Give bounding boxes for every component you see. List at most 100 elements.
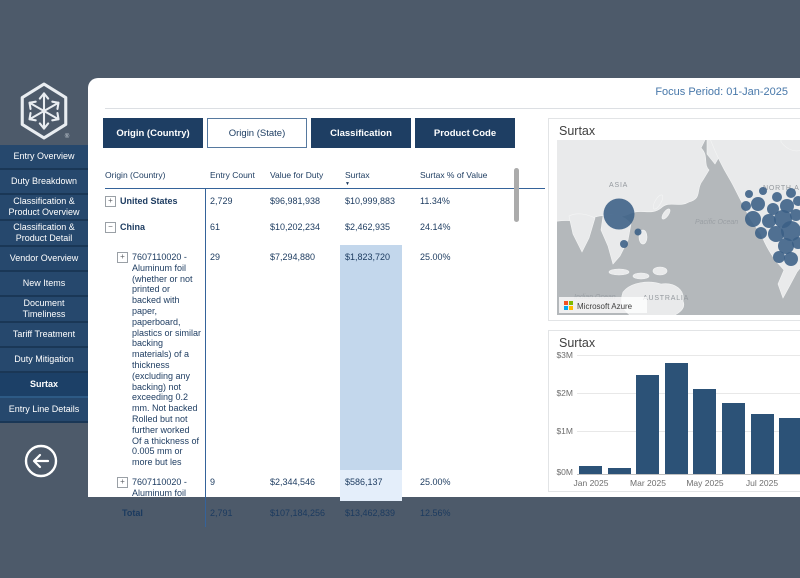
cell-surtax-pct: 11.34% xyxy=(418,189,545,215)
surtax-matrix-table: Origin (Country) Entry Count Value for D… xyxy=(105,165,545,527)
bar-apr-2025[interactable] xyxy=(665,363,688,474)
header-divider xyxy=(105,108,800,109)
map-bubble[interactable] xyxy=(741,201,751,211)
sidebar-item-entry-overview[interactable]: Entry Overview xyxy=(0,145,88,170)
row-label: 7607110020 - Aluminum foil (whether or n… xyxy=(132,252,201,468)
x-tick-jul-2025: Jul 2025 xyxy=(739,478,785,488)
map-bubble[interactable] xyxy=(635,229,642,236)
sidebar-nav: Entry OverviewDuty BreakdownClassificati… xyxy=(0,145,88,423)
tab-product-code[interactable]: Product Code xyxy=(415,118,515,148)
expand-toggle-icon[interactable]: + xyxy=(117,252,128,263)
azure-attribution-text: Microsoft Azure xyxy=(577,302,633,311)
table-total-row[interactable]: Total2,791$107,184,256$13,462,83912.56% xyxy=(105,501,545,527)
map-bubble[interactable] xyxy=(786,188,796,198)
column-header-value-for-duty[interactable]: Value for Duty xyxy=(265,165,340,188)
row-header-cell: +7607110020 - Aluminum foil xyxy=(105,470,205,501)
cell-value-for-duty: $107,184,256 xyxy=(265,501,340,527)
map-bubble[interactable] xyxy=(751,197,765,211)
sidebar-item-duty-mitigation[interactable]: Duty Mitigation xyxy=(0,348,88,373)
cell-entry-count: 29 xyxy=(205,245,265,470)
tab-classification[interactable]: Classification xyxy=(311,118,411,148)
x-tick-mar-2025: Mar 2025 xyxy=(625,478,671,488)
sidebar-item-classification-product-overview[interactable]: Classification & Product Overview xyxy=(0,195,88,221)
map-bubble[interactable] xyxy=(745,190,753,198)
row-header-cell: +7607110020 - Aluminum foil (whether or … xyxy=(105,245,205,470)
sidebar-item-new-items[interactable]: New Items xyxy=(0,272,88,297)
sidebar-item-classification-product-detail[interactable]: Classification & Product Detail xyxy=(0,221,88,247)
table-row[interactable]: −China61$10,202,234$2,462,93524.14% xyxy=(105,215,545,245)
column-header-surtax-pct[interactable]: Surtax % of Value xyxy=(418,165,545,188)
expand-toggle-icon[interactable]: + xyxy=(117,477,128,488)
tab-origin-state[interactable]: Origin (State) xyxy=(207,118,307,148)
bar-feb-2025[interactable] xyxy=(608,468,631,474)
sidebar-item-vendor-overview[interactable]: Vendor Overview xyxy=(0,247,88,272)
sort-descending-icon: ▼ xyxy=(345,181,418,187)
map-bubble[interactable] xyxy=(772,192,782,202)
surtax-highlight-cell: $1,823,720 xyxy=(340,245,402,470)
world-map[interactable]: ASIA NORTH AMERICA AUSTRALIA Pacific Oce… xyxy=(557,140,800,315)
table-row[interactable]: +United States2,729$96,981,938$10,999,88… xyxy=(105,189,545,215)
table-header-row: Origin (Country) Entry Count Value for D… xyxy=(105,165,545,189)
map-bubble[interactable] xyxy=(755,227,767,239)
cell-entry-count: 61 xyxy=(205,215,265,245)
map-bubble[interactable] xyxy=(784,252,798,266)
ms-logo-red xyxy=(564,301,568,305)
surtax-map-card: Surtax ASIA NORTH AMERICA xyxy=(548,118,800,321)
cell-surtax-pct: 12.56% xyxy=(418,501,545,527)
sidebar-item-entry-line-details[interactable]: Entry Line Details xyxy=(0,398,88,423)
cell-value-for-duty: $2,344,546 xyxy=(265,470,340,501)
column-header-entry-count[interactable]: Entry Count xyxy=(205,165,265,188)
map-bubble[interactable] xyxy=(762,214,776,228)
row-label: United States xyxy=(120,196,178,213)
table-row[interactable]: +7607110020 - Aluminum foil9$2,344,546$5… xyxy=(105,470,545,501)
cell-entry-count: 9 xyxy=(205,470,265,501)
row-header-cell: Total xyxy=(105,501,205,527)
bar-jan-2025[interactable] xyxy=(579,466,602,474)
y-tick-0m: $0M xyxy=(549,467,573,477)
table-scrollbar[interactable] xyxy=(514,168,519,222)
map-bubble[interactable] xyxy=(773,251,785,263)
map-bubble[interactable] xyxy=(745,211,761,227)
bar-aug-2025[interactable] xyxy=(779,418,800,474)
cell-entry-count: 2,729 xyxy=(205,189,265,215)
back-button[interactable] xyxy=(24,444,58,478)
sidebar-item-surtax[interactable]: Surtax xyxy=(0,373,88,398)
x-tick-sep-2025: Sep 2025 xyxy=(796,478,800,488)
bar-jul-2025[interactable] xyxy=(751,414,774,474)
cell-surtax: $1,823,720 xyxy=(340,245,418,470)
sidebar-item-duty-breakdown[interactable]: Duty Breakdown xyxy=(0,170,88,195)
main-panel: Focus Period: 01-Jan-2025 Origin (Countr… xyxy=(88,78,800,497)
bar-jun-2025[interactable] xyxy=(722,403,745,474)
view-tabs: Origin (Country) Origin (State) Classifi… xyxy=(103,118,515,148)
cell-entry-count: 2,791 xyxy=(205,501,265,527)
surtax-bar-chart-card: Surtax $3M $2M $1M $0M Jan 2025Mar 2025M… xyxy=(548,330,800,492)
map-bubble[interactable] xyxy=(620,240,628,248)
cell-surtax-pct: 25.00% xyxy=(418,245,545,470)
row-header-cell: −China xyxy=(105,215,205,245)
sidebar-item-document-timeliness[interactable]: Document Timeliness xyxy=(0,297,88,323)
table-row[interactable]: +7607110020 - Aluminum foil (whether or … xyxy=(105,245,545,470)
sidebar-item-tariff-treatment[interactable]: Tariff Treatment xyxy=(0,323,88,348)
column-header-surtax[interactable]: Surtax ▼ xyxy=(340,165,418,188)
tab-origin-country[interactable]: Origin (Country) xyxy=(103,118,203,148)
cell-surtax: $586,137 xyxy=(340,470,418,501)
row-label: 7607110020 - Aluminum foil xyxy=(132,477,201,499)
x-tick-jan-2025: Jan 2025 xyxy=(568,478,614,488)
bar-mar-2025[interactable] xyxy=(636,375,659,474)
bar-may-2025[interactable] xyxy=(693,389,716,474)
map-bubble[interactable] xyxy=(759,187,767,195)
row-label: Total xyxy=(122,508,143,525)
row-header-cell: + United States xyxy=(105,189,205,215)
ms-logo-green xyxy=(569,301,573,305)
column-header-origin-country[interactable]: Origin (Country) xyxy=(105,165,205,188)
gridline-2m xyxy=(577,393,800,394)
focus-period-label: Focus Period: 01-Jan-2025 xyxy=(655,86,788,98)
toggle-spacer xyxy=(105,508,118,525)
expand-toggle-icon[interactable]: + xyxy=(105,196,116,207)
collapse-toggle-icon[interactable]: − xyxy=(105,222,116,233)
label-australia: AUSTRALIA xyxy=(643,295,689,302)
cell-value-for-duty: $96,981,938 xyxy=(265,189,340,215)
cell-value-for-duty: $10,202,234 xyxy=(265,215,340,245)
map-bubble[interactable] xyxy=(604,199,635,230)
cell-surtax-pct: 24.14% xyxy=(418,215,545,245)
